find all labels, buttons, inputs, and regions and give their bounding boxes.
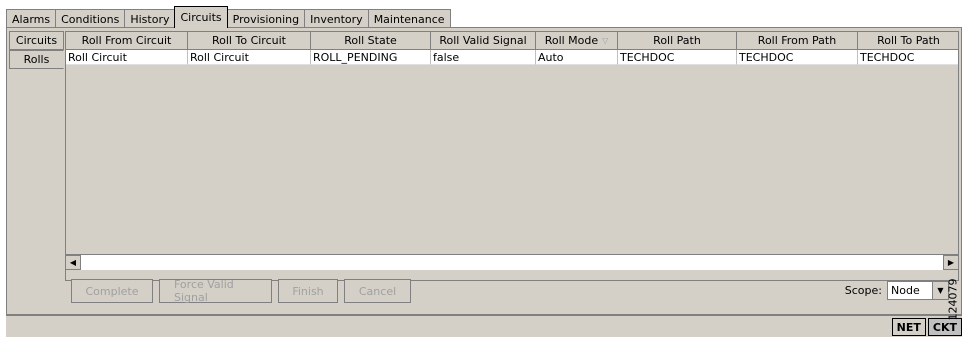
tab-conditions[interactable]: Conditions <box>55 9 126 28</box>
column-header-roll-to-path[interactable]: Roll To Path <box>858 32 958 50</box>
scope-control: Scope: Node ▼ <box>845 281 949 300</box>
table-row[interactable]: Roll Circuit Roll Circuit ROLL_PENDING f… <box>66 50 958 65</box>
figure-id-label: 124079 <box>946 278 960 321</box>
subtab-rolls[interactable]: Rolls <box>9 50 64 69</box>
column-header-roll-mode[interactable]: Roll Mode ▽ <box>536 32 618 50</box>
scroll-left-icon[interactable]: ◀ <box>65 255 81 270</box>
column-header-roll-to-circuit[interactable]: Roll To Circuit <box>188 32 311 50</box>
cell-roll-from-path[interactable]: TECHDOC <box>737 50 858 65</box>
cell-roll-from-circuit[interactable]: Roll Circuit <box>66 50 188 65</box>
tab-circuits[interactable]: Circuits <box>174 6 228 28</box>
scope-select[interactable]: Node ▼ <box>887 281 949 300</box>
cancel-button[interactable]: Cancel <box>344 279 411 303</box>
tab-alarms[interactable]: Alarms <box>6 9 57 28</box>
cell-roll-valid-signal[interactable]: false <box>431 50 536 65</box>
cell-roll-to-path[interactable]: TECHDOC <box>858 50 958 65</box>
table-header-row: Roll From Circuit Roll To Circuit Roll S… <box>66 32 958 50</box>
tab-maintenance[interactable]: Maintenance <box>367 9 451 28</box>
ckt-button[interactable]: CKT <box>927 318 962 336</box>
column-header-roll-path[interactable]: Roll Path <box>618 32 737 50</box>
tab-history[interactable]: History <box>124 9 176 28</box>
view-toggle: NET CKT <box>891 318 962 336</box>
cell-roll-to-circuit[interactable]: Roll Circuit <box>188 50 311 65</box>
header-label: Roll Path <box>653 34 701 47</box>
header-label: Roll Mode <box>544 34 599 47</box>
complete-button[interactable]: Complete <box>71 279 153 303</box>
rolls-table: Roll From Circuit Roll To Circuit Roll S… <box>65 31 959 281</box>
action-buttons: Complete Force Valid Signal Finish Cance… <box>71 278 411 304</box>
header-label: Roll From Path <box>757 34 837 47</box>
header-label: Roll To Path <box>877 34 940 47</box>
subtab-list: Circuits Rolls <box>9 31 64 69</box>
status-bar: NET CKT <box>6 315 962 337</box>
net-button[interactable]: NET <box>891 318 926 336</box>
tab-provisioning[interactable]: Provisioning <box>226 9 306 28</box>
scope-value: Node <box>891 284 920 297</box>
force-valid-signal-button[interactable]: Force Valid Signal <box>159 278 272 304</box>
figure-id: 124079 <box>947 265 974 335</box>
column-header-roll-valid-signal[interactable]: Roll Valid Signal <box>431 32 536 50</box>
finish-button[interactable]: Finish <box>278 279 338 303</box>
column-header-roll-state[interactable]: Roll State <box>311 32 431 50</box>
column-header-roll-from-path[interactable]: Roll From Path <box>737 32 858 50</box>
cell-roll-path[interactable]: TECHDOC <box>618 50 737 65</box>
header-label: Roll To Circuit <box>212 34 286 47</box>
header-label: Roll State <box>344 34 397 47</box>
tab-bar: Alarms Conditions History Circuits Provi… <box>6 6 451 28</box>
column-header-roll-from-circuit[interactable]: Roll From Circuit <box>66 32 188 50</box>
scope-label: Scope: <box>844 284 882 297</box>
sort-descending-icon: ▽ <box>602 36 609 45</box>
scroll-track[interactable] <box>81 255 943 270</box>
scroll-right-icon[interactable]: ▶ <box>943 255 959 270</box>
horizontal-scrollbar[interactable]: ◀ ▶ <box>65 254 959 270</box>
tab-inventory[interactable]: Inventory <box>304 9 369 28</box>
header-label: Roll From Circuit <box>81 34 172 47</box>
cell-roll-state[interactable]: ROLL_PENDING <box>311 50 431 65</box>
header-label: Roll Valid Signal <box>439 34 527 47</box>
subtab-circuits[interactable]: Circuits <box>9 31 64 50</box>
cell-roll-mode[interactable]: Auto <box>536 50 618 65</box>
circuits-panel: Circuits Rolls Roll From Circuit Roll To… <box>6 27 962 315</box>
